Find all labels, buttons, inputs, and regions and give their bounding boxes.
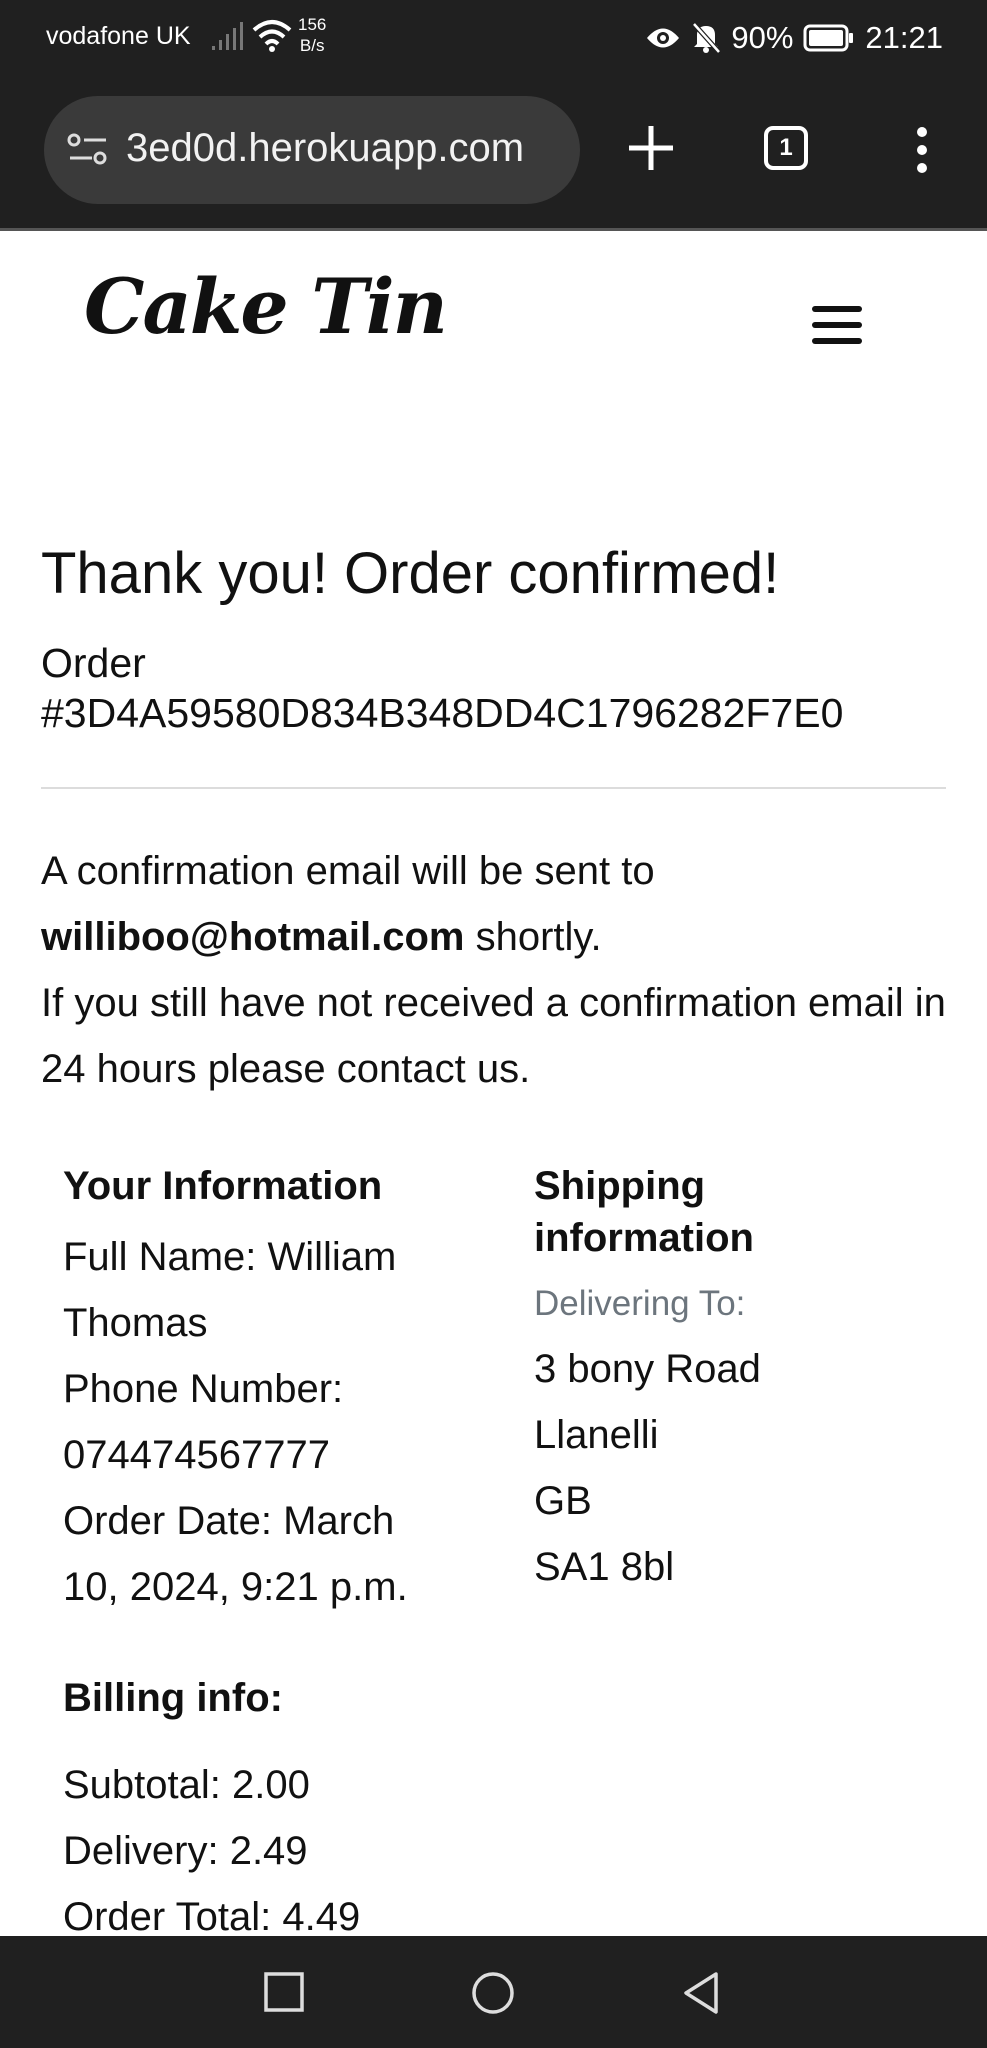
confirm-prefix: A confirmation email will be sent to bbox=[41, 849, 655, 893]
phone-label: Phone Number: bbox=[63, 1367, 344, 1411]
bell-off-icon bbox=[692, 22, 722, 54]
shipping-heading: Shipping information bbox=[534, 1164, 754, 1260]
clock: 21:21 bbox=[865, 20, 943, 55]
confirm-suffix: shortly. bbox=[475, 915, 602, 959]
triangle-back-icon[interactable] bbox=[680, 1970, 724, 2016]
url-text[interactable]: 3ed0d.herokuapp.com bbox=[126, 126, 524, 171]
address-city: Llanelli bbox=[534, 1413, 659, 1457]
site-settings-icon[interactable] bbox=[66, 132, 110, 168]
order-date-line2: 10, 2024, 9:21 p.m. bbox=[63, 1565, 408, 1609]
plus-icon[interactable] bbox=[625, 122, 677, 174]
customer-email: williboo@hotmail.com bbox=[41, 915, 465, 959]
browser-toolbar: 3ed0d.herokuapp.com 1 bbox=[0, 80, 987, 228]
circle-icon[interactable] bbox=[470, 1970, 516, 2016]
wifi-icon bbox=[252, 20, 292, 52]
full-name-line1: Full Name: William bbox=[63, 1235, 397, 1279]
page-title: Thank you! Order confirmed! bbox=[41, 541, 780, 606]
network-speed: 156 B/s bbox=[298, 15, 327, 55]
site-logo[interactable]: Cake Tin bbox=[84, 262, 448, 351]
square-icon[interactable] bbox=[262, 1970, 306, 2014]
divider bbox=[41, 787, 946, 789]
battery-icon bbox=[803, 24, 854, 52]
billing-subtotal: Subtotal: 2.00 bbox=[63, 1763, 310, 1807]
tab-switcher-button[interactable]: 1 bbox=[764, 126, 808, 170]
signal-icon bbox=[212, 22, 243, 50]
your-information-section: Your Information Full Name: William Thom… bbox=[63, 1160, 483, 1620]
carrier-name: vodafone UK bbox=[46, 22, 191, 50]
battery-percent: 90% bbox=[731, 20, 794, 55]
eye-icon bbox=[647, 28, 680, 48]
confirmation-message: A confirmation email will be sent to wil… bbox=[41, 838, 951, 1102]
shipping-information-section: Shipping information Delivering To: 3 bo… bbox=[534, 1160, 954, 1600]
status-right-group: 90% 21:21 bbox=[645, 16, 943, 60]
your-information-heading: Your Information bbox=[63, 1164, 383, 1208]
hamburger-icon[interactable] bbox=[812, 302, 870, 350]
billing-heading: Billing info: bbox=[63, 1676, 283, 1720]
delivering-to-label: Delivering To: bbox=[534, 1284, 746, 1323]
address-country: GB bbox=[534, 1479, 592, 1523]
address-line: 3 bony Road bbox=[534, 1347, 761, 1391]
address-bar[interactable]: 3ed0d.herokuapp.com bbox=[44, 96, 580, 204]
system-navigation-bar bbox=[0, 1936, 987, 2048]
status-bar: vodafone UK 156 B/s 90% 21:21 bbox=[0, 0, 987, 80]
toolbar-divider bbox=[0, 228, 987, 231]
phone-number: 074474567777 bbox=[63, 1433, 330, 1477]
address-postcode: SA1 8bl bbox=[534, 1545, 675, 1589]
order-number: #3D4A59580D834B348DD4C1796282F7E0 bbox=[41, 690, 844, 736]
contact-note: If you still have not received a confirm… bbox=[41, 981, 946, 1091]
full-name-line2: Thomas bbox=[63, 1301, 208, 1345]
order-date-line1: Order Date: March bbox=[63, 1499, 395, 1543]
billing-section: Subtotal: 2.00 Delivery: 2.49 Order Tota… bbox=[63, 1752, 360, 1950]
billing-delivery: Delivery: 2.49 bbox=[63, 1829, 308, 1873]
more-vert-icon[interactable] bbox=[904, 124, 940, 176]
order-label: Order bbox=[41, 640, 146, 686]
